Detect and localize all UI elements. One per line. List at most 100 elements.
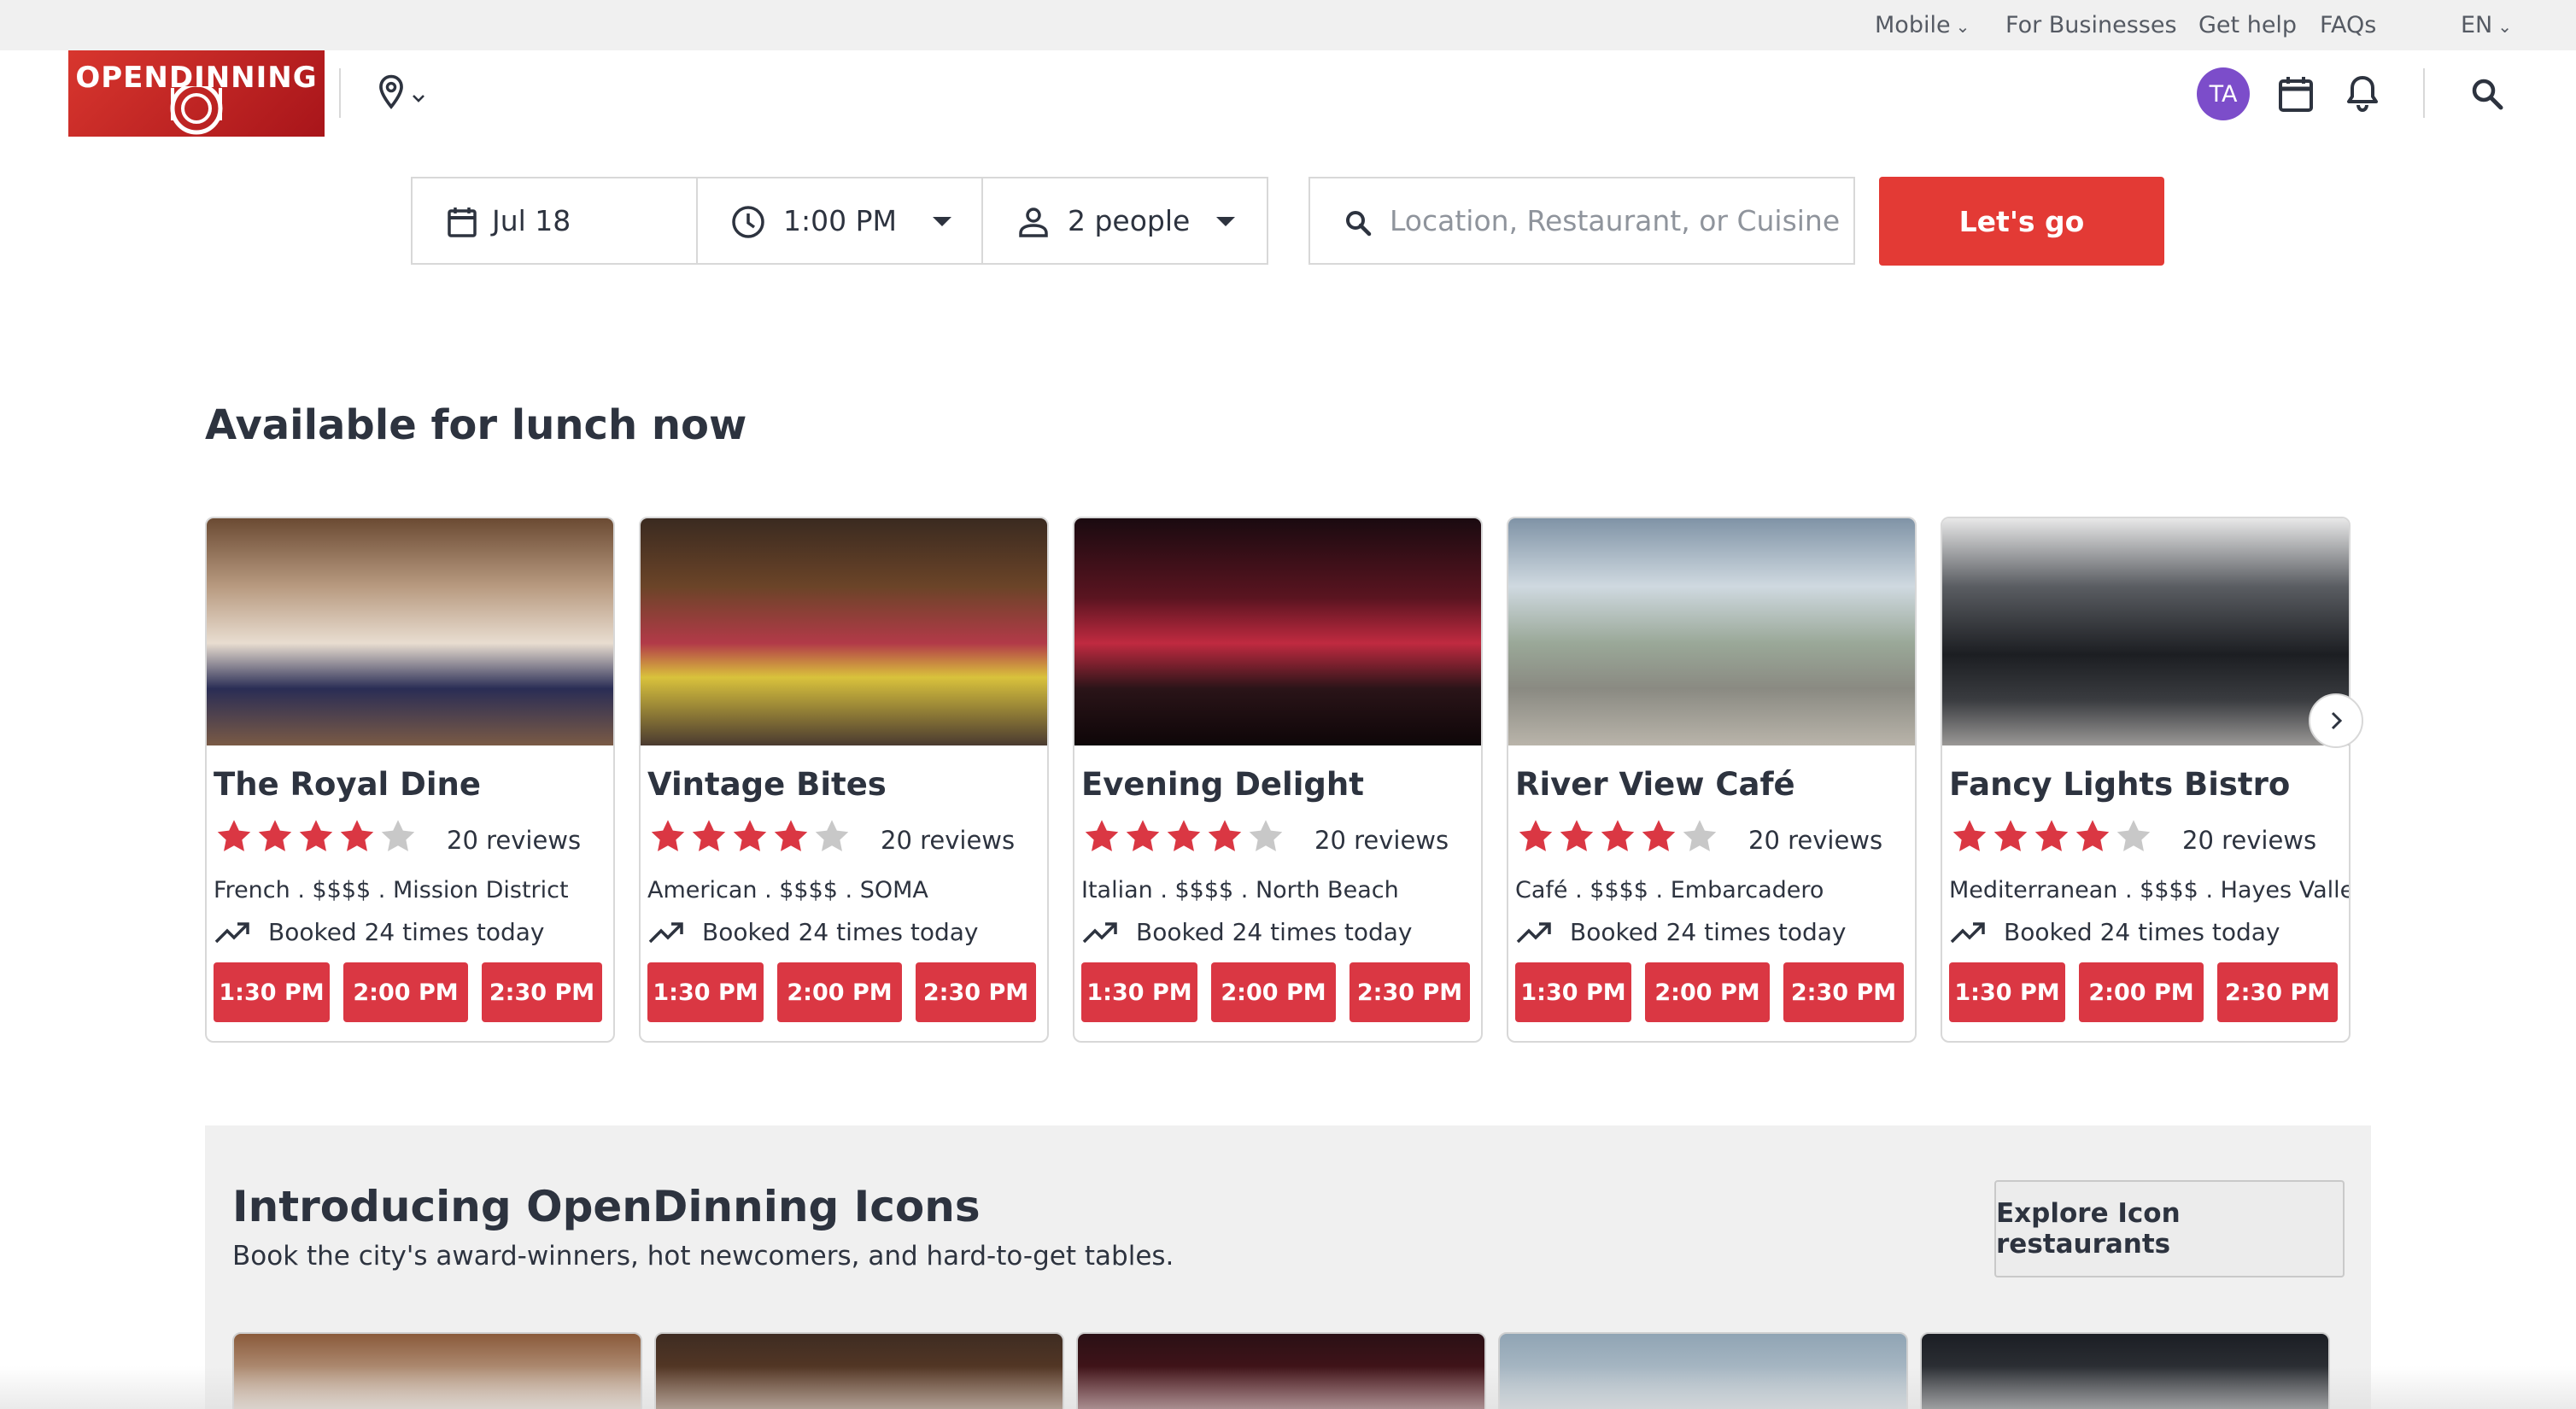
restaurant-meta: Café . $$$$ . Embarcadero <box>1515 877 1824 903</box>
calendar-icon <box>448 208 477 237</box>
for-businesses-link[interactable]: For Businesses <box>2005 0 2177 50</box>
restaurant-name[interactable]: River View Café <box>1515 766 1795 803</box>
star-rating <box>1949 817 2154 857</box>
star-icon <box>1085 820 1119 851</box>
restaurant-card[interactable]: Vintage Bites 20 reviews American . $$$$ .… <box>639 517 1049 1043</box>
calendar-button[interactable] <box>2272 67 2320 121</box>
review-count: 20 reviews <box>1748 826 1883 855</box>
star-icon <box>1519 820 1553 851</box>
party-value: 2 people <box>1068 204 1191 237</box>
review-count: 20 reviews <box>447 826 582 855</box>
time-value: 1:00 PM <box>783 204 897 237</box>
restaurant-card[interactable]: Fancy Lights Bistro 20 reviews Mediterrane… <box>1941 517 2351 1043</box>
star-icon <box>1126 820 1160 851</box>
booked-count: Booked 24 times today <box>1949 918 2280 946</box>
review-count: 20 reviews <box>881 826 1016 855</box>
language-label: EN <box>2461 12 2493 38</box>
star-icon <box>2034 820 2069 851</box>
star-icon <box>340 820 374 851</box>
explore-icon-restaurants-button[interactable]: Explore Icon restaurants <box>1994 1180 2345 1277</box>
time-slot-button[interactable]: 2:30 PM <box>482 962 602 1022</box>
restaurant-card[interactable]: Evening Delight 20 reviews Italian . $$$$ … <box>1073 517 1483 1043</box>
time-slot-button[interactable]: 1:30 PM <box>1949 962 2065 1022</box>
time-picker[interactable]: 1:00 PM <box>696 177 983 265</box>
icon-restaurant-card[interactable] <box>232 1332 642 1409</box>
restaurant-name[interactable]: Fancy Lights Bistro <box>1949 766 2290 803</box>
booked-count: Booked 24 times today <box>1081 918 1412 946</box>
icon-restaurant-card[interactable] <box>654 1332 1064 1409</box>
icon-restaurant-card[interactable] <box>1076 1332 1486 1409</box>
star-rating <box>1081 817 1286 857</box>
search-icon <box>1346 211 1372 237</box>
search-placeholder: Location, Restaurant, or Cuisine <box>1390 204 1841 237</box>
chevron-down-icon: ⌄ <box>2497 16 2513 37</box>
language-selector[interactable]: EN ⌄ <box>2461 0 2512 50</box>
time-slot-button[interactable]: 1:30 PM <box>1081 962 1197 1022</box>
icon-restaurant-card[interactable] <box>1498 1332 1908 1409</box>
time-slot-button[interactable]: 1:30 PM <box>1515 962 1631 1022</box>
party-size-picker[interactable]: 2 people <box>981 177 1268 265</box>
carousel-next-button[interactable] <box>2309 693 2363 748</box>
time-slot-button[interactable]: 2:00 PM <box>2079 962 2204 1022</box>
booked-text: Booked 24 times today <box>2004 918 2280 946</box>
time-slot-button[interactable]: 1:30 PM <box>214 962 330 1022</box>
star-rating <box>647 817 852 857</box>
date-picker[interactable]: Jul 18 <box>411 177 698 265</box>
search-icon <box>2472 79 2503 110</box>
notifications-button[interactable] <box>2339 67 2386 121</box>
time-slot-button[interactable]: 2:00 PM <box>343 962 468 1022</box>
restaurant-photo[interactable] <box>1508 518 1915 745</box>
map-pin-icon <box>379 74 403 109</box>
header-divider <box>2423 68 2425 118</box>
restaurant-name[interactable]: Evening Delight <box>1081 766 1364 803</box>
restaurant-meta: Italian . $$$$ . North Beach <box>1081 877 1399 903</box>
star-icon <box>815 820 849 851</box>
restaurant-card[interactable]: The Royal Dine 20 reviews French . $$$$ . … <box>205 517 615 1043</box>
section-title: Available for lunch now <box>205 401 747 449</box>
search-input[interactable]: Location, Restaurant, or Cuisine <box>1308 177 1855 265</box>
star-icon <box>258 820 292 851</box>
header-divider <box>339 68 341 118</box>
search-button[interactable] <box>2462 68 2513 120</box>
star-icon <box>1642 820 1676 851</box>
restaurant-photo[interactable] <box>641 518 1047 745</box>
mobile-menu[interactable]: Mobile ⌄ <box>1875 0 1970 50</box>
time-slot-button[interactable]: 1:30 PM <box>647 962 764 1022</box>
time-slot-button[interactable]: 2:30 PM <box>916 962 1036 1022</box>
star-icon <box>217 820 251 851</box>
restaurant-photo[interactable] <box>207 518 613 745</box>
restaurant-card[interactable]: River View Café 20 reviews Café . $$$$ . E… <box>1507 517 1917 1043</box>
restaurant-photo[interactable] <box>1942 518 2349 745</box>
time-slot-button[interactable]: 2:00 PM <box>1645 962 1770 1022</box>
avatar[interactable]: TA <box>2197 67 2250 120</box>
logo[interactable]: OPENDINNING <box>68 50 325 137</box>
star-icon <box>1683 820 1717 851</box>
icons-section: Introducing OpenDinning Icons Book the c… <box>205 1125 2371 1409</box>
location-selector[interactable] <box>371 68 432 116</box>
restaurant-name[interactable]: Vintage Bites <box>647 766 887 803</box>
review-count: 20 reviews <box>1314 826 1449 855</box>
person-icon <box>1019 208 1048 237</box>
chevron-right-icon <box>2331 711 2343 730</box>
restaurant-name[interactable]: The Royal Dine <box>214 766 481 803</box>
time-slot-button[interactable]: 2:00 PM <box>1211 962 1336 1022</box>
time-slot-button[interactable]: 2:00 PM <box>777 962 902 1022</box>
trending-up-icon <box>648 921 683 943</box>
time-slot-button[interactable]: 2:30 PM <box>1783 962 1904 1022</box>
star-icon <box>299 820 333 851</box>
star-icon <box>733 820 767 851</box>
icons-section-title: Introducing OpenDinning Icons <box>232 1182 981 1231</box>
time-slot-button[interactable]: 2:30 PM <box>2217 962 2338 1022</box>
star-rating <box>214 817 419 857</box>
lets-go-button[interactable]: Let's go <box>1879 177 2164 266</box>
icon-restaurant-card[interactable] <box>1920 1332 2330 1409</box>
restaurant-meta: American . $$$$ . SOMA <box>647 877 928 903</box>
clock-icon <box>732 206 764 238</box>
time-slot-button[interactable]: 2:30 PM <box>1349 962 1470 1022</box>
review-count: 20 reviews <box>2182 826 2317 855</box>
booked-count: Booked 24 times today <box>1515 918 1846 946</box>
restaurant-photo[interactable] <box>1074 518 1481 745</box>
faqs-link[interactable]: FAQs <box>2320 0 2376 50</box>
trending-up-icon <box>1950 921 1985 943</box>
get-help-link[interactable]: Get help <box>2198 0 2297 50</box>
